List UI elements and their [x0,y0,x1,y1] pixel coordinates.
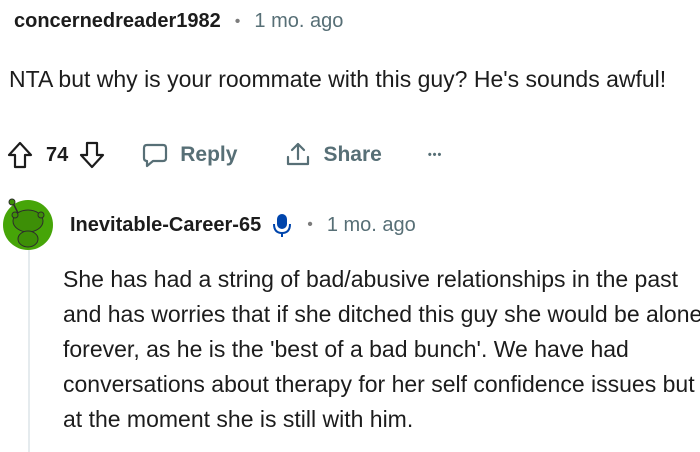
share-label: Share [323,143,382,166]
comment-bubble-icon [143,143,168,168]
comment-1-separator: • [234,12,241,30]
snoo-avatar-icon [3,198,53,250]
more-options-button[interactable]: ••• [428,149,443,161]
comment-2-timestamp[interactable]: 1 mo. ago [327,214,416,237]
vote-count: 74 [46,143,69,166]
more-options-icon: ••• [427,149,443,161]
avatar[interactable] [0,195,54,256]
downvote-icon [80,141,105,169]
comment-2-username[interactable]: Inevitable-Career-65 [70,214,261,237]
comment-1-actions: 74 Reply Share ••• [6,140,442,170]
upvote-button[interactable] [6,140,34,170]
microphone-icon [273,214,292,237]
comment-1-timestamp[interactable]: 1 mo. ago [254,10,343,33]
comment-2-meta: Inevitable-Career-65 • 1 mo. ago [70,212,416,238]
comment-2-body: She has had a string of bad/abusive rela… [63,266,700,432]
share-button[interactable]: Share [283,140,382,170]
comment-2-separator: • [307,216,313,233]
upvote-icon [7,141,33,169]
comment-1-username[interactable]: concernedreader1982 [14,10,221,33]
share-icon [287,142,310,166]
thread-line [28,248,30,452]
reply-button[interactable]: Reply [140,140,237,170]
downvote-button[interactable] [78,140,106,170]
comment-1-meta: concernedreader1982 • 1 mo. ago [14,10,343,33]
reply-label: Reply [180,143,238,166]
comment-1-body: NTA but why is your roommate with this g… [9,66,667,92]
